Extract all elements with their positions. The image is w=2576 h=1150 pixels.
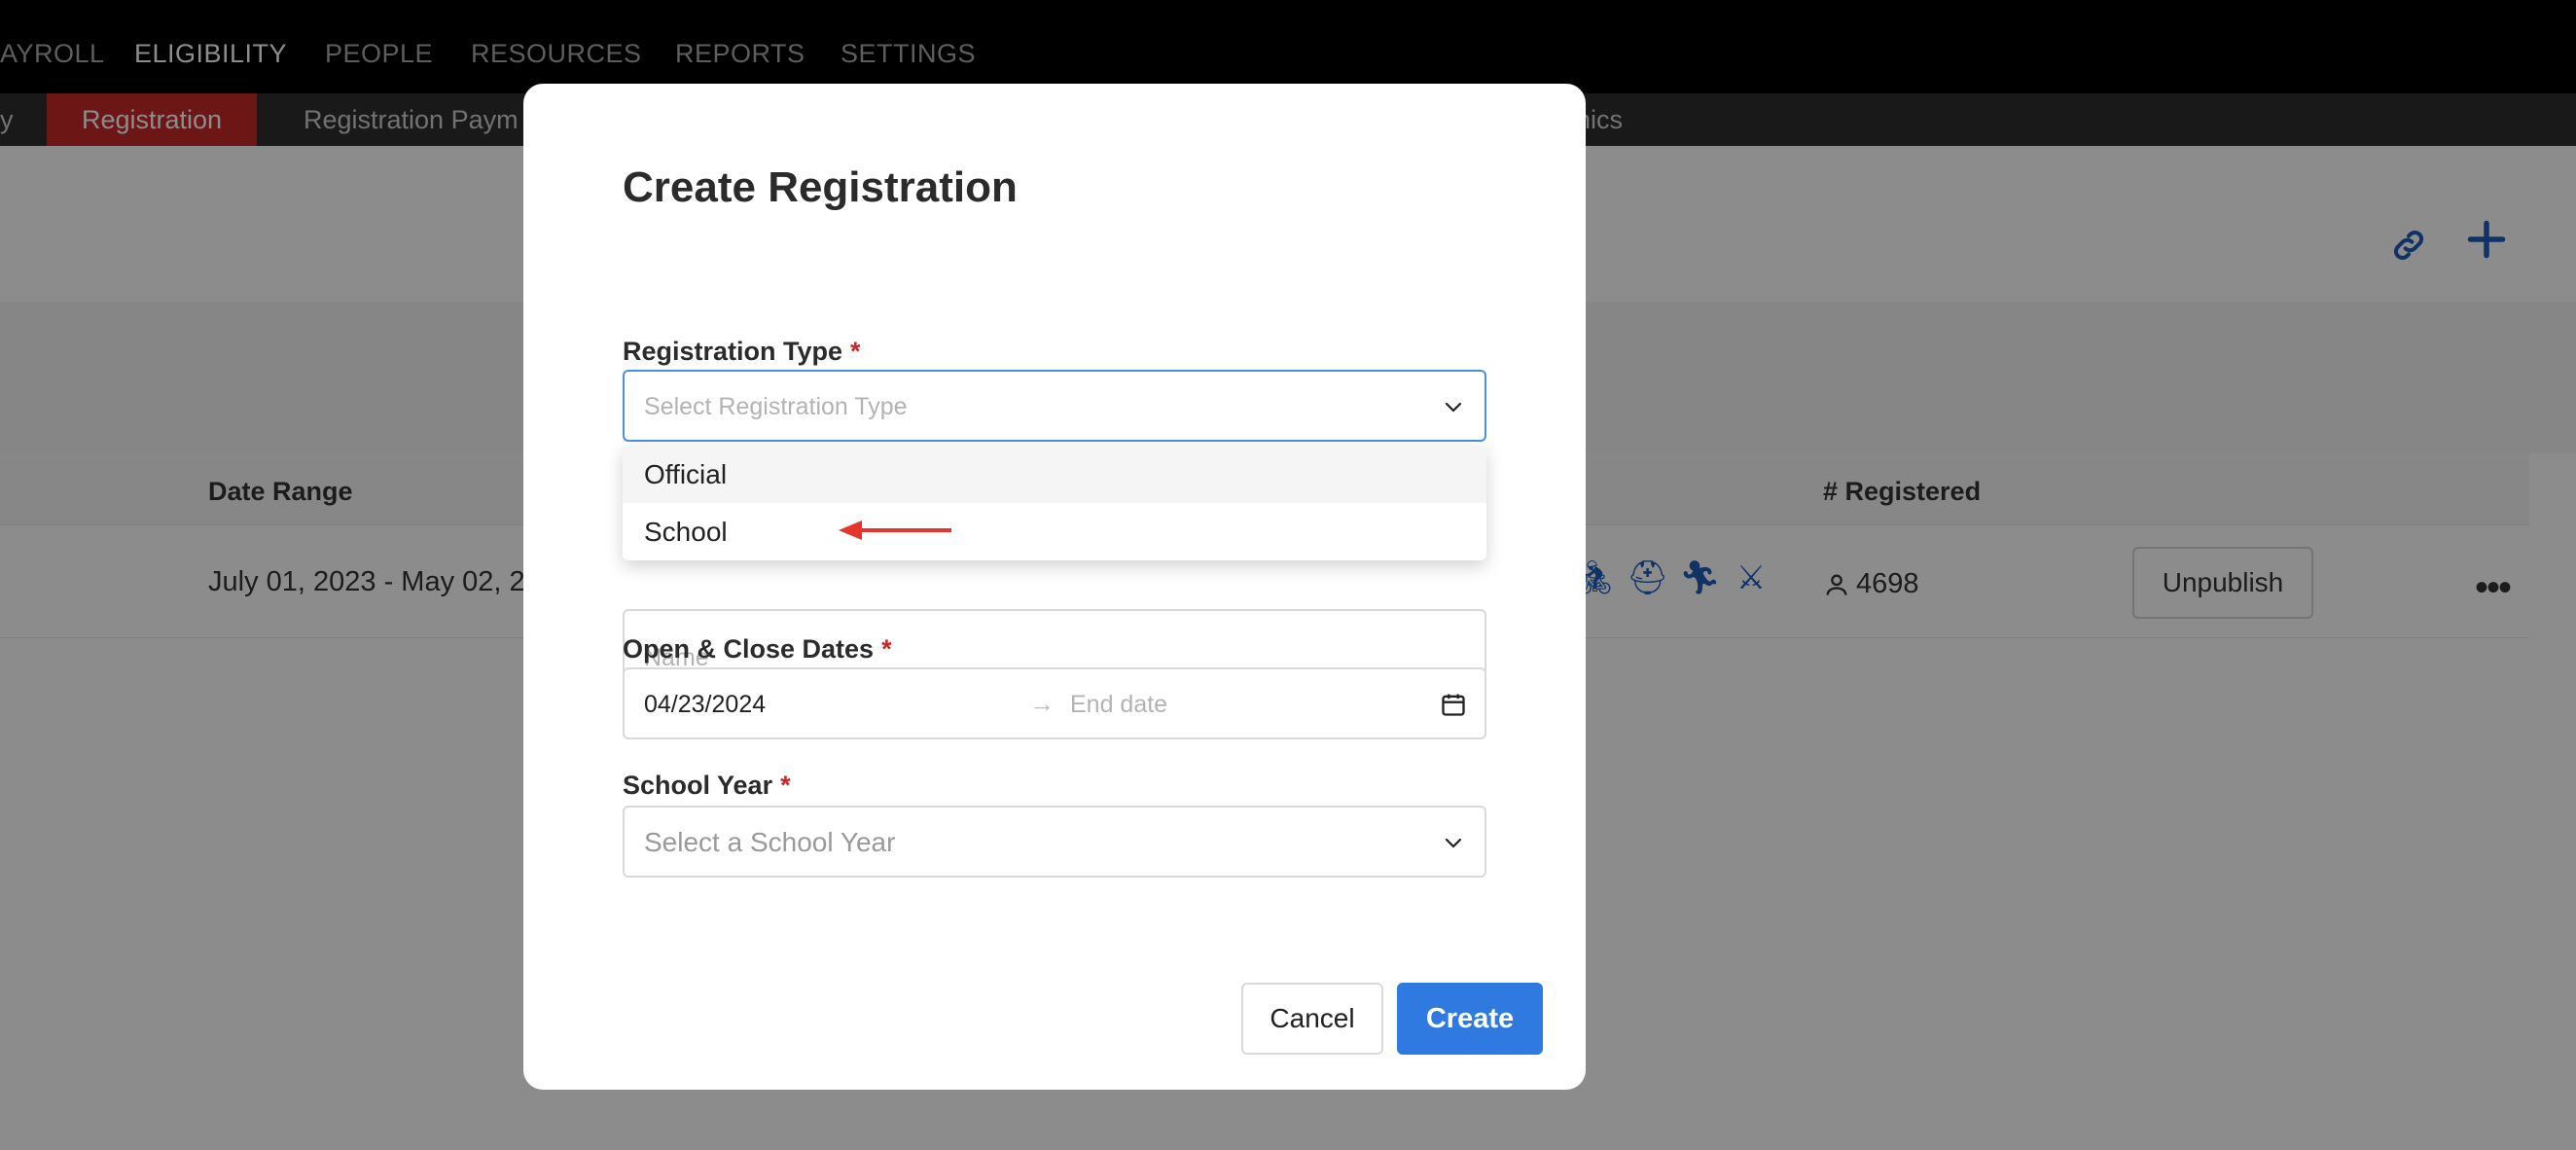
create-button[interactable]: Create: [1397, 983, 1543, 1055]
school-year-placeholder: Select a School Year: [644, 827, 896, 857]
modal-title: Create Registration: [623, 163, 1018, 211]
required-mark: *: [881, 634, 892, 664]
cancel-button[interactable]: Cancel: [1241, 983, 1383, 1055]
date-separator-arrow: →: [1029, 689, 1055, 718]
end-date-placeholder[interactable]: End date: [1070, 691, 1167, 719]
option-official[interactable]: Official: [623, 446, 1486, 503]
registration-type-placeholder: Select Registration Type: [644, 393, 908, 420]
school-year-select[interactable]: Select a School Year: [623, 806, 1486, 878]
required-mark: *: [780, 771, 791, 800]
start-date-value[interactable]: 04/23/2024: [644, 691, 766, 719]
registration-type-select[interactable]: Select Registration Type: [623, 370, 1486, 442]
create-registration-modal: Create Registration Registration Type * S…: [523, 84, 1586, 1090]
required-mark: *: [850, 337, 861, 366]
option-school[interactable]: School: [623, 503, 1486, 560]
registration-type-label: Registration Type *: [623, 337, 861, 366]
chevron-down-icon: [1445, 838, 1462, 848]
chevron-down-icon: [1445, 402, 1462, 413]
registration-type-dropdown: Official School: [623, 446, 1486, 560]
date-range-picker[interactable]: 04/23/2024 → End date: [623, 667, 1486, 739]
calendar-icon[interactable]: [1440, 691, 1467, 718]
school-year-label: School Year *: [623, 771, 791, 800]
dates-label: Open & Close Dates *: [623, 634, 892, 664]
red-arrow-annotation: [839, 521, 951, 540]
